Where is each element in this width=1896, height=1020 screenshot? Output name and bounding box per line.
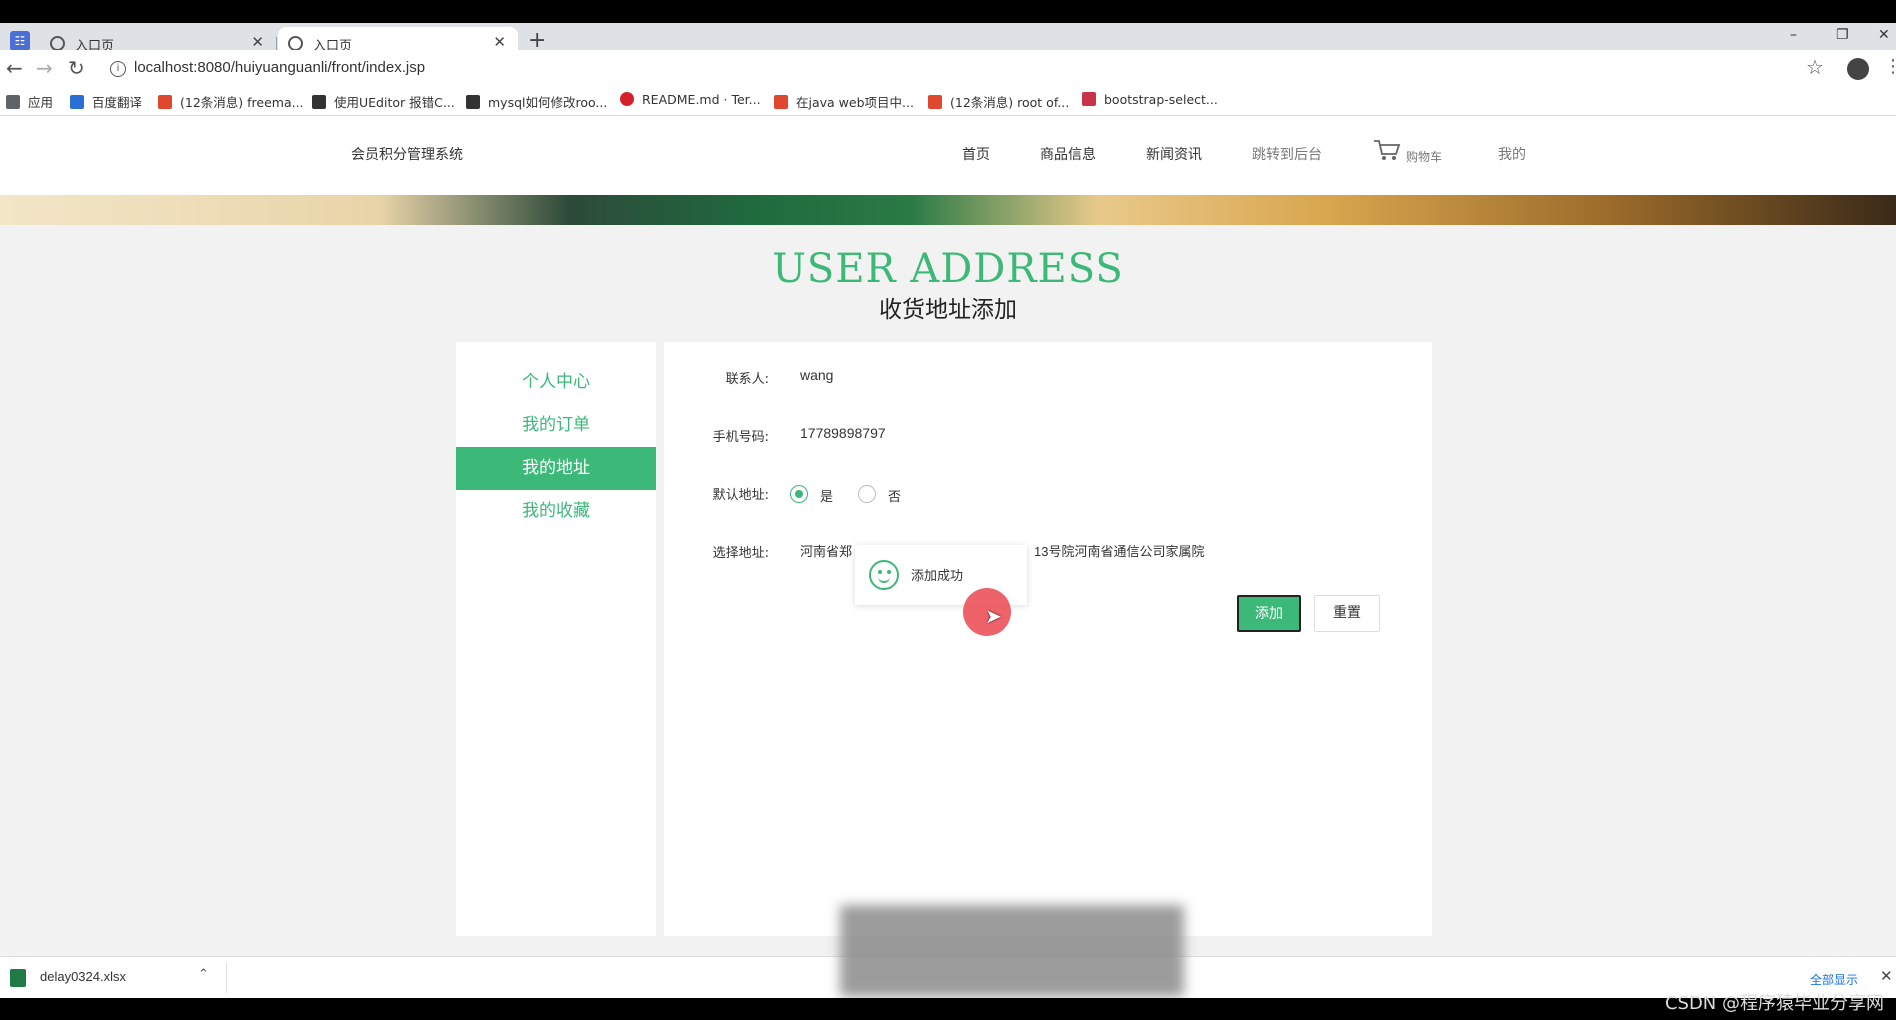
section-subtitle: 收货地址添加 [879, 297, 1017, 323]
bookmark-icon [466, 95, 480, 109]
sidebar-item-orders[interactable]: 我的订单 [456, 404, 656, 447]
default-no-label: 否 [888, 490, 902, 505]
globe-icon [50, 36, 65, 51]
star-icon[interactable]: ☆ [1806, 55, 1824, 79]
window-close-button[interactable]: ✕ [1878, 27, 1890, 43]
back-icon[interactable]: ← [6, 56, 23, 80]
address-label: 选择地址: [712, 546, 769, 561]
default-yes-radio[interactable] [790, 485, 808, 503]
add-button[interactable]: 添加 [1237, 595, 1301, 632]
site-brand[interactable]: 会员积分管理系统 [351, 144, 463, 164]
blurred-region [840, 905, 1184, 997]
gitee-icon [620, 92, 634, 106]
address-bar[interactable]: localhost:8080/huiyuanguanli/front/index… [134, 59, 425, 76]
forward-icon[interactable]: → [36, 56, 53, 80]
bottom-letterbox [0, 998, 1896, 1020]
cart-icon[interactable] [1372, 138, 1402, 162]
nav-products[interactable]: 商品信息 [1040, 144, 1096, 164]
contact-label: 联系人: [725, 372, 769, 387]
nav-admin[interactable]: 跳转到后台 [1252, 144, 1322, 164]
bookmark-apps[interactable]: 应用 [6, 92, 53, 111]
browser-toolbar: ← → ↻ i localhost:8080/huiyuanguanli/fro… [0, 50, 1896, 88]
default-no-radio[interactable] [858, 485, 876, 503]
bookmark-item[interactable]: bootstrap-select... [1082, 92, 1218, 107]
banner-image [0, 195, 1896, 225]
csdn-icon [774, 95, 788, 109]
sidebar-item-profile[interactable]: 个人中心 [456, 361, 656, 404]
bookmark-item[interactable]: mysql如何修改roo... [466, 92, 607, 111]
sidebar-item-favorites[interactable]: 我的收藏 [456, 490, 656, 533]
nav-cart[interactable]: 购物车 [1406, 148, 1442, 165]
app-icon[interactable]: ☷ [10, 31, 30, 51]
phone-label: 手机号码: [712, 430, 769, 445]
nav-home[interactable]: 首页 [962, 144, 990, 164]
nav-mine[interactable]: 我的 [1498, 144, 1526, 164]
mouse-pointer-icon: ➤ [985, 604, 1002, 628]
default-yes-label: 是 [820, 490, 834, 505]
chevron-up-icon[interactable]: ⌃ [198, 967, 209, 982]
close-icon[interactable]: ✕ [1880, 967, 1893, 985]
bookmark-item[interactable]: (12条消息) root of... [928, 92, 1069, 111]
bookmark-icon [312, 95, 326, 109]
contact-field[interactable]: wang [800, 367, 833, 383]
default-address-label: 默认地址: [712, 488, 769, 503]
address-field-continued[interactable]: 13号院河南省通信公司家属院 [1034, 541, 1204, 560]
address-field[interactable]: 河南省郑 [800, 541, 852, 560]
globe-icon [288, 36, 303, 51]
sidebar-item-address[interactable]: 我的地址 [456, 447, 656, 490]
bookmark-item[interactable]: 百度翻译 [70, 92, 142, 111]
address-form: 联系人: wang 手机号码: 17789898797 默认地址: 是 否 选择… [664, 342, 1432, 936]
reload-icon[interactable]: ↻ [68, 56, 85, 80]
divider [226, 963, 227, 993]
bookmark-item[interactable]: 使用UEditor 报错C... [312, 92, 455, 111]
minimize-button[interactable]: – [1790, 27, 1797, 43]
bookmark-item[interactable]: README.md · Ter... [620, 92, 761, 107]
info-icon[interactable]: i [110, 61, 126, 77]
csdn-icon [158, 95, 172, 109]
user-sidebar: 个人中心 我的订单 我的地址 我的收藏 [456, 342, 656, 936]
baidu-translate-icon [70, 95, 84, 109]
phone-field[interactable]: 17789898797 [800, 425, 886, 441]
close-icon[interactable]: ✕ [493, 33, 506, 51]
profile-icon[interactable] [1847, 58, 1869, 80]
show-all-downloads-link[interactable]: 全部显示 [1810, 971, 1858, 988]
watermark: CSDN @程序猿毕业分享网 [1664, 993, 1884, 1014]
excel-file-icon [10, 969, 26, 987]
smile-icon [869, 560, 899, 590]
apps-grid-icon [6, 95, 20, 109]
bookmark-item[interactable]: (12条消息) freema... [158, 92, 304, 111]
toast-message: 添加成功 [911, 569, 964, 584]
bookmark-icon [1082, 92, 1096, 106]
bookmark-item[interactable]: 在java web项目中... [774, 92, 914, 111]
top-letterbox [0, 0, 1896, 23]
web-page: 会员积分管理系统 首页 商品信息 新闻资讯 跳转到后台 购物车 我的 USER … [0, 116, 1896, 956]
reset-button[interactable]: 重置 [1314, 595, 1380, 632]
section-title: USER ADDRESS [772, 246, 1124, 292]
csdn-icon [928, 95, 942, 109]
restore-button[interactable]: ❐ [1836, 27, 1849, 43]
bookmarks-bar: 应用 百度翻译 (12条消息) freema... 使用UEditor 报错C.… [0, 86, 1896, 116]
close-icon[interactable]: ✕ [251, 33, 264, 51]
kebab-menu-icon[interactable]: ⋮ [1884, 56, 1896, 77]
site-header: 会员积分管理系统 首页 商品信息 新闻资讯 跳转到后台 购物车 我的 [0, 116, 1896, 195]
download-filename[interactable]: delay0324.xlsx [40, 969, 126, 984]
nav-news[interactable]: 新闻资讯 [1146, 144, 1202, 164]
